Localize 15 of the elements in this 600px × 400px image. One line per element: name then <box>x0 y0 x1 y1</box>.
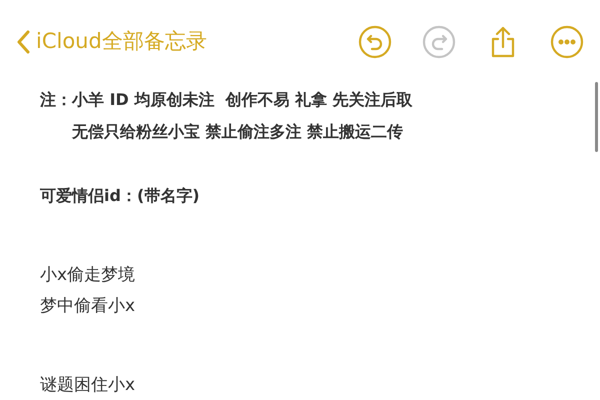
more-icon <box>550 25 584 59</box>
note-label: 注： <box>40 89 72 111</box>
body-text: 谜题困住小x <box>40 374 136 397</box>
note-text: 无偿只给粉丝小宝 禁止偷注多注 禁止搬运二传 <box>72 121 404 143</box>
undo-icon <box>358 25 392 59</box>
body-text: 小x偷走梦境 <box>40 264 136 287</box>
scrollbar <box>595 82 598 152</box>
heading-text: 可爱情侣id：(带名字) <box>40 185 201 207</box>
back-button[interactable]: iCloud全部备忘录 <box>16 26 207 58</box>
note-text: 小羊 ID 均原创未注 创作不易 礼拿 先关注后取 <box>72 89 413 111</box>
more-button[interactable] <box>550 25 584 59</box>
redo-icon <box>422 25 456 59</box>
chevron-left-icon <box>16 30 30 54</box>
undo-button[interactable] <box>358 25 392 59</box>
body-text: 梦中偷看小x <box>40 295 136 318</box>
